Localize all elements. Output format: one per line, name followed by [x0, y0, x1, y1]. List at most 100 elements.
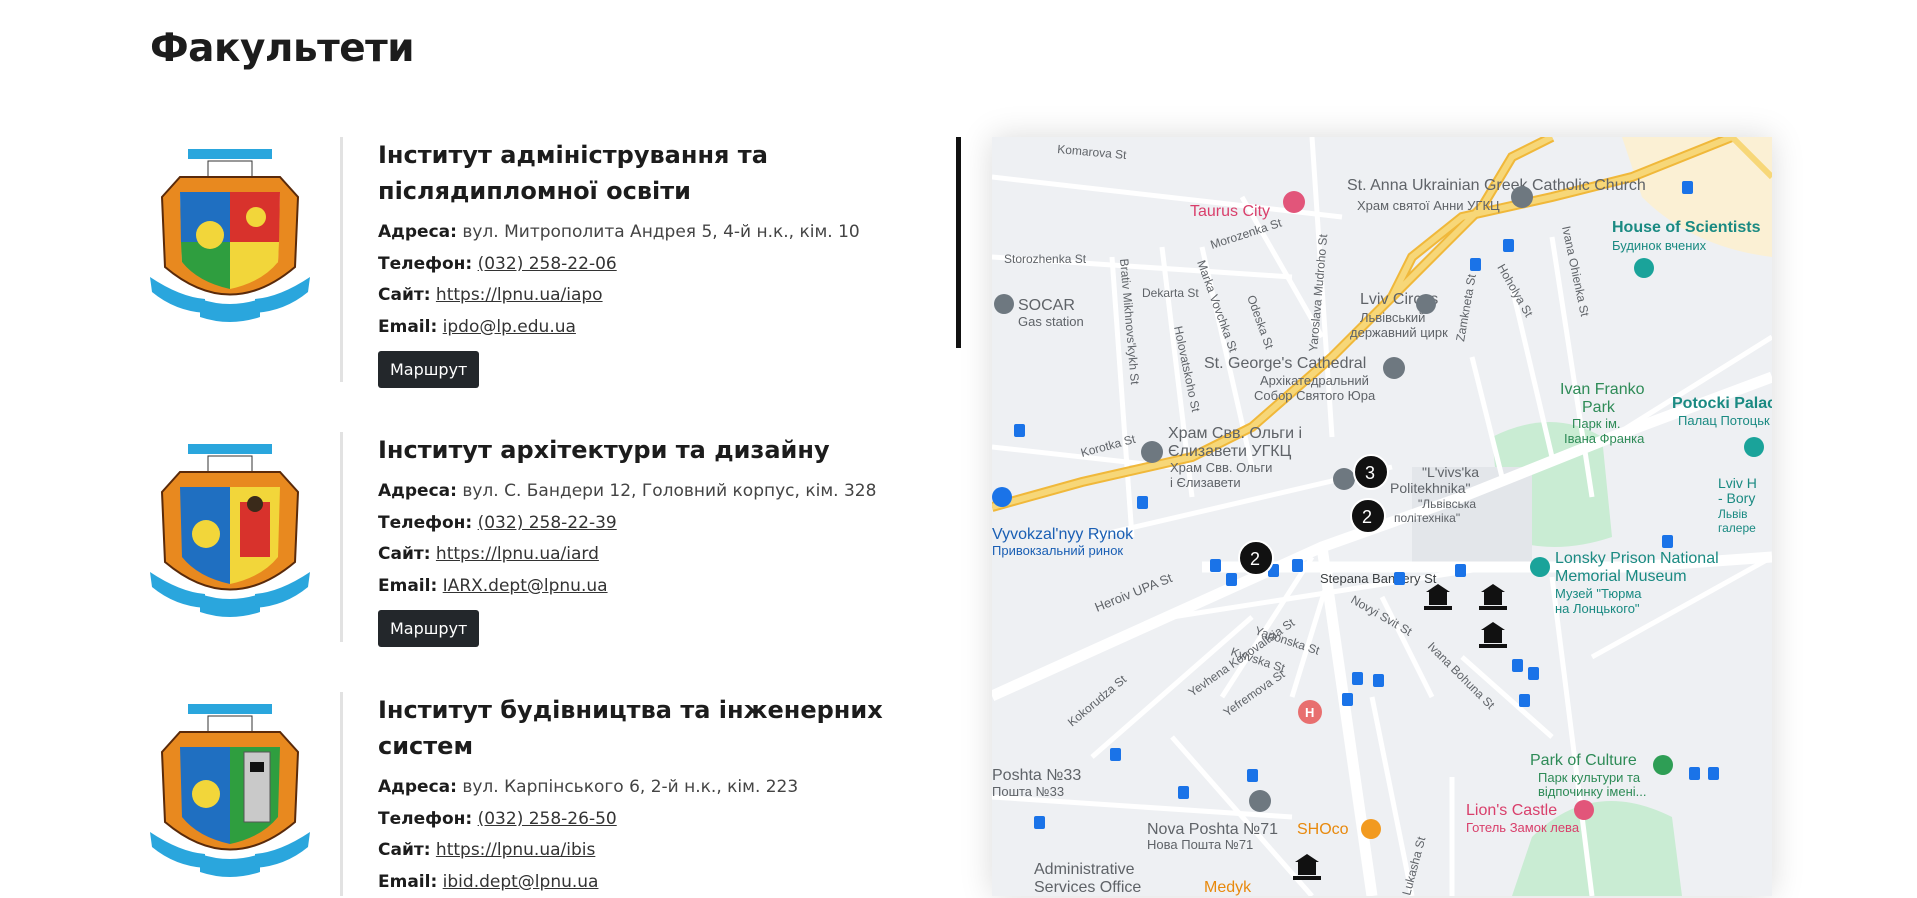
- faculty-divider: [340, 137, 343, 382]
- bus-stop-icon: [1689, 767, 1700, 780]
- place-label: Gas station: [1018, 314, 1084, 329]
- map-panel[interactable]: Komarova St Storozhenka St Dekarta St Mo…: [992, 137, 1772, 896]
- cluster-count: 2: [1362, 507, 1372, 527]
- place-label: SOCAR: [1018, 297, 1075, 314]
- place-label: Taurus City: [1190, 203, 1270, 220]
- faculty-info: Інститут архітектури та дизайну Адреса: …: [378, 432, 918, 647]
- church-icon: [1511, 186, 1533, 208]
- place-label: Парк ім.: [1572, 416, 1621, 431]
- phone-label: Телефон:: [378, 513, 472, 533]
- phone-label: Телефон:: [378, 254, 472, 274]
- gas-station-icon: [994, 294, 1014, 314]
- faculty-phone: Телефон: (032) 258-22-06: [378, 249, 918, 281]
- bus-stop-icon: [1708, 767, 1719, 780]
- bus-stop-icon: [1014, 424, 1025, 437]
- route-button[interactable]: Маршрут: [378, 610, 479, 647]
- place-pin-icon: [1249, 790, 1271, 812]
- phone-link[interactable]: (032) 258-22-06: [478, 254, 617, 274]
- place-label: Львівський: [1360, 310, 1425, 325]
- place-label: Будинок вчених: [1612, 238, 1707, 253]
- place-label: державний цирк: [1350, 325, 1448, 340]
- site-link[interactable]: https://lpnu.ua/ibis: [436, 840, 595, 860]
- bus-stop-icon: [1137, 496, 1148, 509]
- street-label: Komarova St: [1057, 142, 1128, 162]
- place-label: - Bory: [1718, 490, 1755, 506]
- route-button[interactable]: Маршрут: [378, 351, 479, 388]
- place-label: House of Scientists: [1612, 219, 1761, 236]
- email-link[interactable]: IARX.dept@lpnu.ua: [443, 576, 608, 596]
- place-label: на Лонцького": [1555, 601, 1640, 616]
- landmark-icon: [1634, 258, 1654, 278]
- email-link[interactable]: ibid.dept@lpnu.ua: [443, 872, 599, 892]
- bus-stop-icon: [1292, 559, 1303, 572]
- church-icon: [1383, 357, 1405, 379]
- street-label: Stepana Bandery St: [1320, 571, 1437, 586]
- church-icon: [1141, 441, 1163, 463]
- place-label: Lviv H: [1718, 475, 1757, 491]
- place-label: Палац Потоцьк: [1678, 413, 1770, 428]
- street-label: Storozhenka St: [1004, 252, 1087, 266]
- site-label: Сайт:: [378, 840, 431, 860]
- place-label: Services Office: [1034, 879, 1141, 896]
- street-label: Ivana Bohuna St: [1425, 639, 1498, 712]
- university-marker-icon[interactable]: [1479, 606, 1507, 610]
- university-marker-icon[interactable]: [1481, 584, 1505, 605]
- museum-icon: [1530, 557, 1550, 577]
- place-label: відпочинку імені...: [1538, 784, 1646, 799]
- place-label: Potocki Palac: [1672, 395, 1772, 412]
- phone-link[interactable]: (032) 258-22-39: [478, 513, 617, 533]
- place-label: Park: [1582, 399, 1616, 416]
- place-label: Нова Пошта №71: [1147, 837, 1253, 852]
- university-marker-icon[interactable]: [1424, 606, 1452, 610]
- place-label: Храм святої Анни УГКЦ: [1357, 198, 1500, 213]
- phone-label: Телефон:: [378, 809, 472, 829]
- map-canvas[interactable]: Komarova St Storozhenka St Dekarta St Mo…: [992, 137, 1772, 896]
- park-icon: [1653, 755, 1673, 775]
- phone-link[interactable]: (032) 258-26-50: [478, 809, 617, 829]
- bus-stop-icon: [1662, 535, 1673, 548]
- place-label: політехніка": [1394, 511, 1460, 525]
- email-label: Email:: [378, 576, 437, 596]
- place-label: Пошта №33: [992, 784, 1064, 799]
- place-labels: Taurus City St. Anna Ukrainian Greek Cat…: [992, 177, 1772, 896]
- place-label: "Львівська: [1418, 497, 1476, 511]
- street-label: Yefremova St: [1221, 667, 1288, 720]
- faculty-title: Інститут архітектури та дизайну: [378, 432, 918, 468]
- email-label: Email:: [378, 872, 437, 892]
- place-label: Ivan Franko: [1560, 381, 1645, 398]
- bus-stop-icon: [1373, 674, 1384, 687]
- place-label: Lion's Castle: [1466, 802, 1557, 819]
- site-label: Сайт:: [378, 544, 431, 564]
- university-marker-icon[interactable]: [1479, 644, 1507, 648]
- place-label: Memorial Museum: [1555, 568, 1687, 585]
- site-link[interactable]: https://lpnu.ua/iard: [436, 544, 599, 564]
- place-label: галере: [1718, 521, 1756, 535]
- bus-stop-icon: [1352, 672, 1363, 685]
- place-label: St. Anna Ukrainian Greek Catholic Church: [1347, 177, 1646, 194]
- faculty-phone: Телефон: (032) 258-26-50: [378, 804, 918, 836]
- address-value: вул. Карпінського 6, 2-й н.к., кім. 223: [462, 777, 798, 797]
- street-label: Korotka St: [1079, 432, 1137, 460]
- list-scrollbar[interactable]: [956, 137, 961, 348]
- university-marker-icon[interactable]: [1293, 876, 1321, 880]
- bus-stop-icon: [1110, 748, 1121, 761]
- site-link[interactable]: https://lpnu.ua/iapo: [436, 285, 603, 305]
- faculty-email: Email: IARX.dept@lpnu.ua: [378, 571, 918, 603]
- place-label: St. George's Cathedral: [1204, 355, 1366, 372]
- place-label: Poshta №33: [992, 767, 1081, 784]
- email-link[interactable]: ipdo@lp.edu.ua: [443, 317, 576, 337]
- university-marker-icon[interactable]: [1426, 584, 1450, 605]
- university-marker-icon[interactable]: [1295, 854, 1319, 875]
- place-label: Івана Франка: [1564, 431, 1645, 446]
- place-label: Park of Culture: [1530, 752, 1637, 769]
- university-marker-icon[interactable]: [1481, 622, 1505, 643]
- place-label: Готель Замок лева: [1466, 820, 1580, 835]
- bus-stop-icon: [1342, 693, 1353, 706]
- site-label: Сайт:: [378, 285, 431, 305]
- cluster-count: 2: [1250, 549, 1260, 569]
- place-label: Храм Свв. Ольги і: [1168, 425, 1302, 442]
- restaurant-icon: [1361, 819, 1381, 839]
- street-label: Odeska St: [1244, 293, 1277, 351]
- faculty-info: Інститут адміністрування та післядипломн…: [378, 137, 918, 388]
- faculty-card: Інститут адміністрування та післядипломн…: [150, 137, 910, 392]
